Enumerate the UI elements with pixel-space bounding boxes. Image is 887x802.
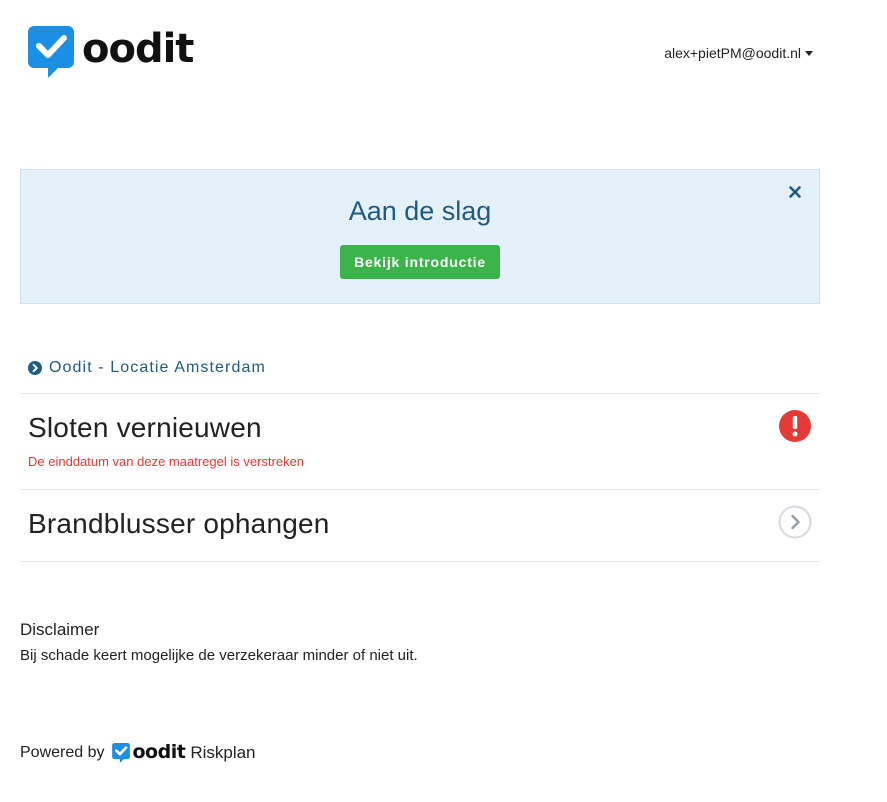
footer-product-name: Riskplan <box>190 743 256 762</box>
intro-panel: Aan de slag Bekijk introductie <box>20 169 820 304</box>
oodit-logo-icon <box>28 26 74 78</box>
close-icon[interactable] <box>787 184 803 200</box>
task-row[interactable]: Brandblusser ophangen <box>20 489 820 562</box>
task-list: Sloten vernieuwen De einddatum van deze … <box>20 393 820 562</box>
page-footer: Powered by oodit Riskplan <box>20 741 256 764</box>
location-label: Oodit - Locatie Amsterdam <box>49 359 266 376</box>
exclamation-circle-icon <box>779 410 811 442</box>
footer-brand-name: oodit <box>132 741 186 763</box>
disclaimer-text: Bij schade keert mogelijke de verzekeraa… <box>20 647 418 664</box>
user-menu-dropdown[interactable]: alex+pietPM@oodit.nl <box>664 45 813 61</box>
location-link[interactable]: Oodit - Locatie Amsterdam <box>28 359 266 377</box>
task-title: Sloten vernieuwen <box>28 412 262 443</box>
intro-title: Aan de slag <box>348 196 492 226</box>
page-header: oodit alex+pietPM@oodit.nl <box>0 0 887 100</box>
view-introduction-button[interactable]: Bekijk introductie <box>340 245 500 279</box>
powered-by-label: Powered by <box>20 744 105 761</box>
caret-down-icon <box>805 50 813 56</box>
chevron-right-circle-icon <box>778 505 812 539</box>
task-row[interactable]: Sloten vernieuwen De einddatum van deze … <box>20 393 820 489</box>
disclaimer-title: Disclaimer <box>20 620 100 639</box>
user-email: alex+pietPM@oodit.nl <box>664 45 801 61</box>
chevron-circle-right-icon <box>28 361 42 375</box>
task-overdue-warning: De einddatum van deze maatregel is verst… <box>28 454 305 469</box>
task-title: Brandblusser ophangen <box>28 508 330 539</box>
oodit-logo[interactable]: oodit <box>28 26 194 78</box>
oodit-logo-icon <box>111 743 130 763</box>
footer-brand: oodit <box>111 741 186 764</box>
logo-wordmark: oodit <box>82 26 194 72</box>
